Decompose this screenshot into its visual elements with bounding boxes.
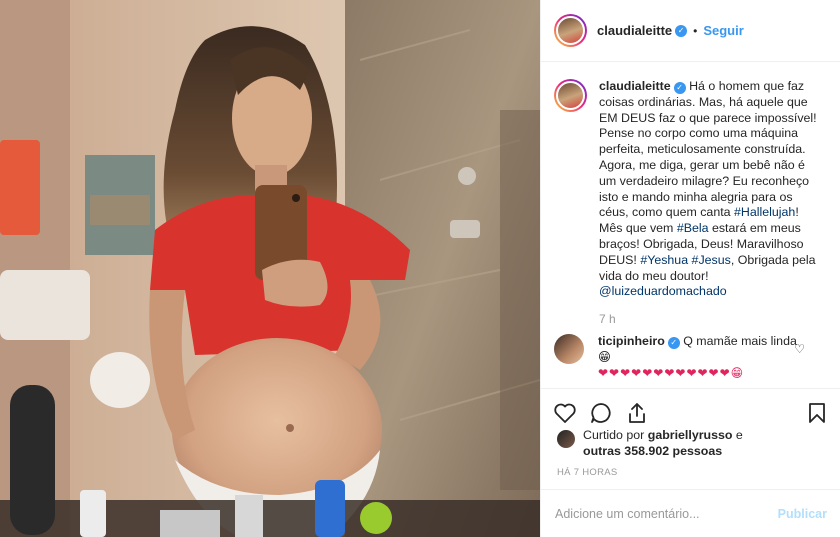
- likes-summary: Curtido por gabriellyrusso e outras 358.…: [557, 428, 827, 460]
- hashtag-bela[interactable]: #Bela: [677, 221, 709, 235]
- commenter-avatar[interactable]: [554, 334, 584, 365]
- comments-section[interactable]: claudialeitte ✓ Há o homem que faz coisas…: [541, 63, 840, 388]
- separator-dot: •: [693, 23, 698, 38]
- caption-time: 7 h: [599, 312, 616, 327]
- comment-emojis: ❤❤❤❤❤❤❤❤❤❤❤❤😁: [598, 365, 745, 380]
- verified-badge-icon: ✓: [675, 24, 688, 37]
- follow-button[interactable]: Seguir: [703, 23, 743, 38]
- comment-author[interactable]: ticipinheiro: [598, 334, 665, 348]
- caption-author[interactable]: claudialeitte: [599, 79, 671, 93]
- caption-body: Há o homem que faz coisas ordinárias. Ma…: [599, 79, 817, 220]
- verified-badge-icon: ✓: [667, 337, 680, 350]
- likes-prefix: Curtido por: [583, 428, 648, 442]
- post-photo[interactable]: [0, 0, 540, 537]
- post-side-panel: claudialeitte ✓ • Seguir claudialeitte ✓ …: [540, 0, 840, 537]
- action-bar: [541, 388, 840, 428]
- comment-icon[interactable]: [589, 401, 613, 425]
- verified-badge-icon: ✓: [673, 82, 686, 94]
- heart-icon[interactable]: [553, 401, 577, 425]
- caption-text: claudialeitte ✓ Há o homem que faz coisas…: [599, 79, 825, 300]
- hashtag-yeshua[interactable]: #Yeshua: [640, 253, 688, 267]
- hashtag-jesus[interactable]: #Jesus: [692, 253, 731, 267]
- comment-item: ticipinheiro ✓ Q mamãe mais linda😁 ❤❤❤❤❤❤…: [554, 334, 825, 381]
- comment-input[interactable]: [555, 506, 778, 521]
- author-username[interactable]: claudialeitte: [597, 23, 672, 38]
- share-icon[interactable]: [625, 401, 649, 425]
- post-header: claudialeitte ✓ • Seguir: [541, 0, 840, 62]
- likes-count[interactable]: outras 358.902 pessoas: [583, 444, 722, 458]
- hashtag-hallelujah[interactable]: #Hallelujah: [734, 205, 795, 219]
- author-avatar[interactable]: [554, 14, 587, 47]
- liker-avatar[interactable]: [557, 430, 575, 448]
- comment-text: ticipinheiro ✓ Q mamãe mais linda😁 ❤❤❤❤❤❤…: [598, 334, 798, 381]
- mention-luizeduardomachado[interactable]: @luizeduardomachado: [599, 284, 727, 298]
- caption: claudialeitte ✓ Há o homem que faz coisas…: [554, 79, 825, 300]
- caption-author-avatar[interactable]: [554, 79, 587, 112]
- liker-username[interactable]: gabriellyrusso: [648, 428, 733, 442]
- comment-like-heart-icon[interactable]: ♡: [794, 342, 805, 356]
- post-image: [0, 0, 540, 537]
- likes-middle: e: [732, 428, 743, 442]
- bookmark-icon[interactable]: [805, 401, 829, 425]
- publish-button[interactable]: Publicar: [778, 507, 827, 521]
- add-comment-bar: Publicar: [541, 489, 840, 537]
- post-timestamp[interactable]: HÁ 7 HORAS: [557, 467, 618, 478]
